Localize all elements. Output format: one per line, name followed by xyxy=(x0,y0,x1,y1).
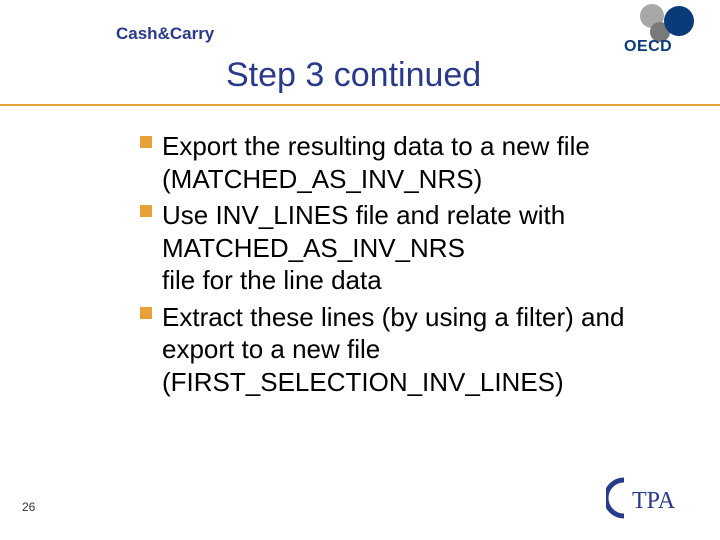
slide: OECD Cash&Carry Step 3 continued Export … xyxy=(0,0,720,540)
divider xyxy=(0,104,720,106)
bullet-text: Export the resulting data to a new file … xyxy=(162,131,590,194)
oecd-logo: OECD xyxy=(616,4,706,60)
list-item: Extract these lines (by using a filter) … xyxy=(140,301,660,399)
ctpa-logo-text: TPA xyxy=(632,488,676,514)
ctpa-logo: TPA xyxy=(606,476,690,520)
bullet-icon xyxy=(140,205,152,217)
bullet-icon xyxy=(140,136,152,148)
page-title: Step 3 continued xyxy=(226,56,481,95)
list-item: Export the resulting data to a new file … xyxy=(140,130,660,195)
breadcrumb-title: Cash&Carry xyxy=(116,24,214,44)
logo-circle-blue xyxy=(664,6,694,36)
body-content: Export the resulting data to a new file … xyxy=(140,130,660,402)
bullet-text: Use INV_LINES file and relate with MATCH… xyxy=(162,200,565,295)
list-item: Use INV_LINES file and relate with MATCH… xyxy=(140,199,660,297)
page-number: 26 xyxy=(22,500,35,514)
bullet-icon xyxy=(140,307,152,319)
bullet-text: Extract these lines (by using a filter) … xyxy=(162,302,624,397)
oecd-logo-text: OECD xyxy=(624,38,672,56)
